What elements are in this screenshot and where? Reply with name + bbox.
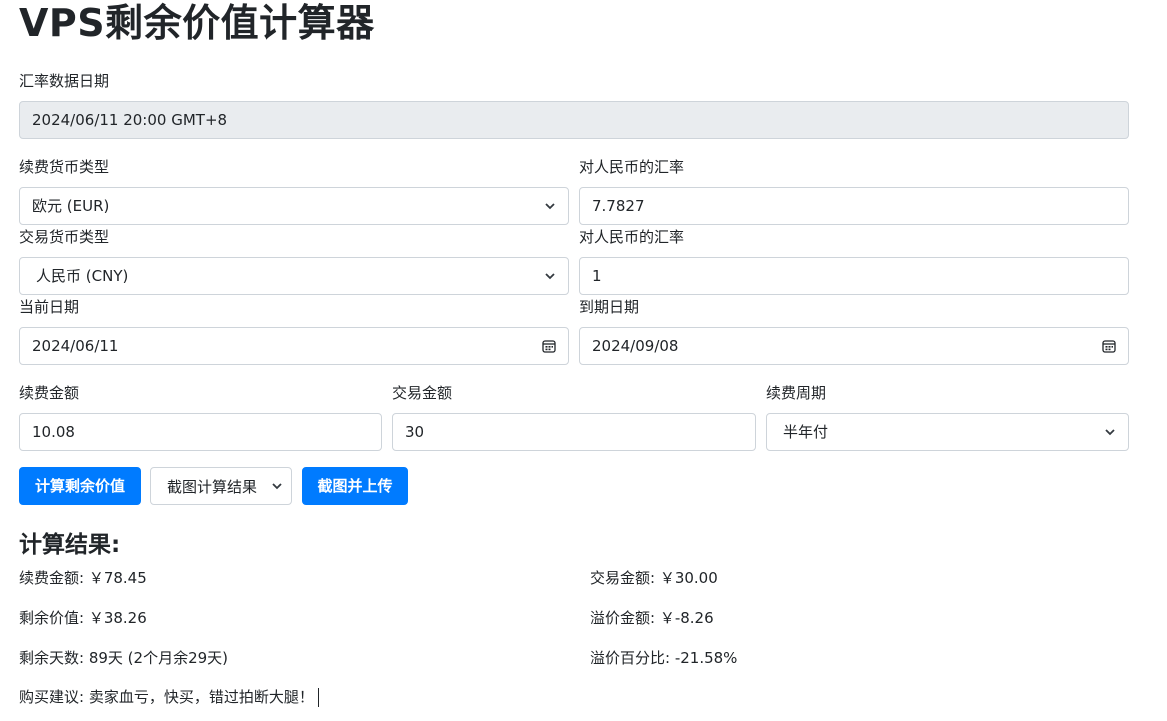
chevron-down-icon [1105, 429, 1115, 436]
screenshot-result-select[interactable]: 截图计算结果 [150, 467, 292, 505]
trade-currency-label: 交易货币类型 [19, 228, 110, 246]
page-title: VPS剩余价值计算器 [19, 1, 375, 45]
trade-amount-value: 30 [405, 423, 425, 441]
current-date-input[interactable]: 2024/06/11 [19, 327, 569, 365]
renew-cycle-value: 半年付 [783, 423, 829, 441]
renew-cycle-select[interactable]: 半年付 [766, 413, 1129, 451]
trade-currency-select[interactable]: 人民币 (CNY) [19, 257, 569, 295]
result-renew-amount: 续费金额: ￥78.45 [19, 569, 147, 587]
result-advice-row: 购买建议: 卖家血亏，快买，错过拍断大腿！ [19, 687, 319, 707]
renew-rate-label: 对人民币的汇率 [579, 158, 685, 176]
expiry-date-label: 到期日期 [579, 298, 640, 316]
trade-amount-input[interactable]: 30 [392, 413, 756, 451]
screenshot-select-value: 截图计算结果 [167, 477, 258, 496]
rate-date-value: 2024/06/11 20:00 GMT+8 [32, 111, 228, 129]
result-advice: 购买建议: 卖家血亏，快买，错过拍断大腿！ [19, 688, 314, 706]
chevron-down-icon [545, 273, 555, 280]
expiry-date-input[interactable]: 2024/09/08 [579, 327, 1129, 365]
trade-rate-label: 对人民币的汇率 [579, 228, 685, 246]
chevron-down-icon [272, 483, 282, 490]
current-date-value: 2024/06/11 [32, 337, 119, 355]
renew-amount-label: 续费金额 [19, 384, 80, 402]
expiry-date-value: 2024/09/08 [592, 337, 679, 355]
renew-currency-label: 续费货币类型 [19, 158, 110, 176]
trade-rate-input[interactable]: 1 [579, 257, 1129, 295]
calendar-icon[interactable] [542, 339, 556, 353]
result-premium-amount: 溢价金额: ￥-8.26 [590, 609, 714, 627]
rate-date-label: 汇率数据日期 [19, 72, 110, 90]
result-trade-amount: 交易金额: ￥30.00 [590, 569, 718, 587]
trade-rate-value: 1 [592, 267, 602, 285]
chevron-down-icon [545, 203, 555, 210]
trade-amount-label: 交易金额 [392, 384, 453, 402]
renew-rate-value: 7.7827 [592, 197, 645, 215]
calculate-button[interactable]: 计算剩余价值 [19, 467, 141, 505]
renew-currency-select[interactable]: 欧元 (EUR) [19, 187, 569, 225]
current-date-label: 当前日期 [19, 298, 80, 316]
renew-amount-value: 10.08 [32, 423, 75, 441]
renew-cycle-label: 续费周期 [766, 384, 827, 402]
result-remaining-value: 剩余价值: ￥38.26 [19, 609, 147, 627]
renew-rate-input[interactable]: 7.7827 [579, 187, 1129, 225]
trade-currency-value: 人民币 (CNY) [36, 267, 129, 285]
text-cursor [317, 688, 319, 707]
rate-date-field[interactable]: 2024/06/11 20:00 GMT+8 [19, 101, 1129, 139]
screenshot-upload-button[interactable]: 截图并上传 [302, 467, 408, 505]
renew-amount-input[interactable]: 10.08 [19, 413, 382, 451]
result-remaining-days: 剩余天数: 89天 (2个月余29天) [19, 649, 229, 667]
renew-currency-value: 欧元 (EUR) [32, 197, 110, 215]
results-heading: 计算结果: [19, 532, 121, 558]
calendar-icon[interactable] [1102, 339, 1116, 353]
result-premium-percent: 溢价百分比: -21.58% [590, 649, 738, 667]
